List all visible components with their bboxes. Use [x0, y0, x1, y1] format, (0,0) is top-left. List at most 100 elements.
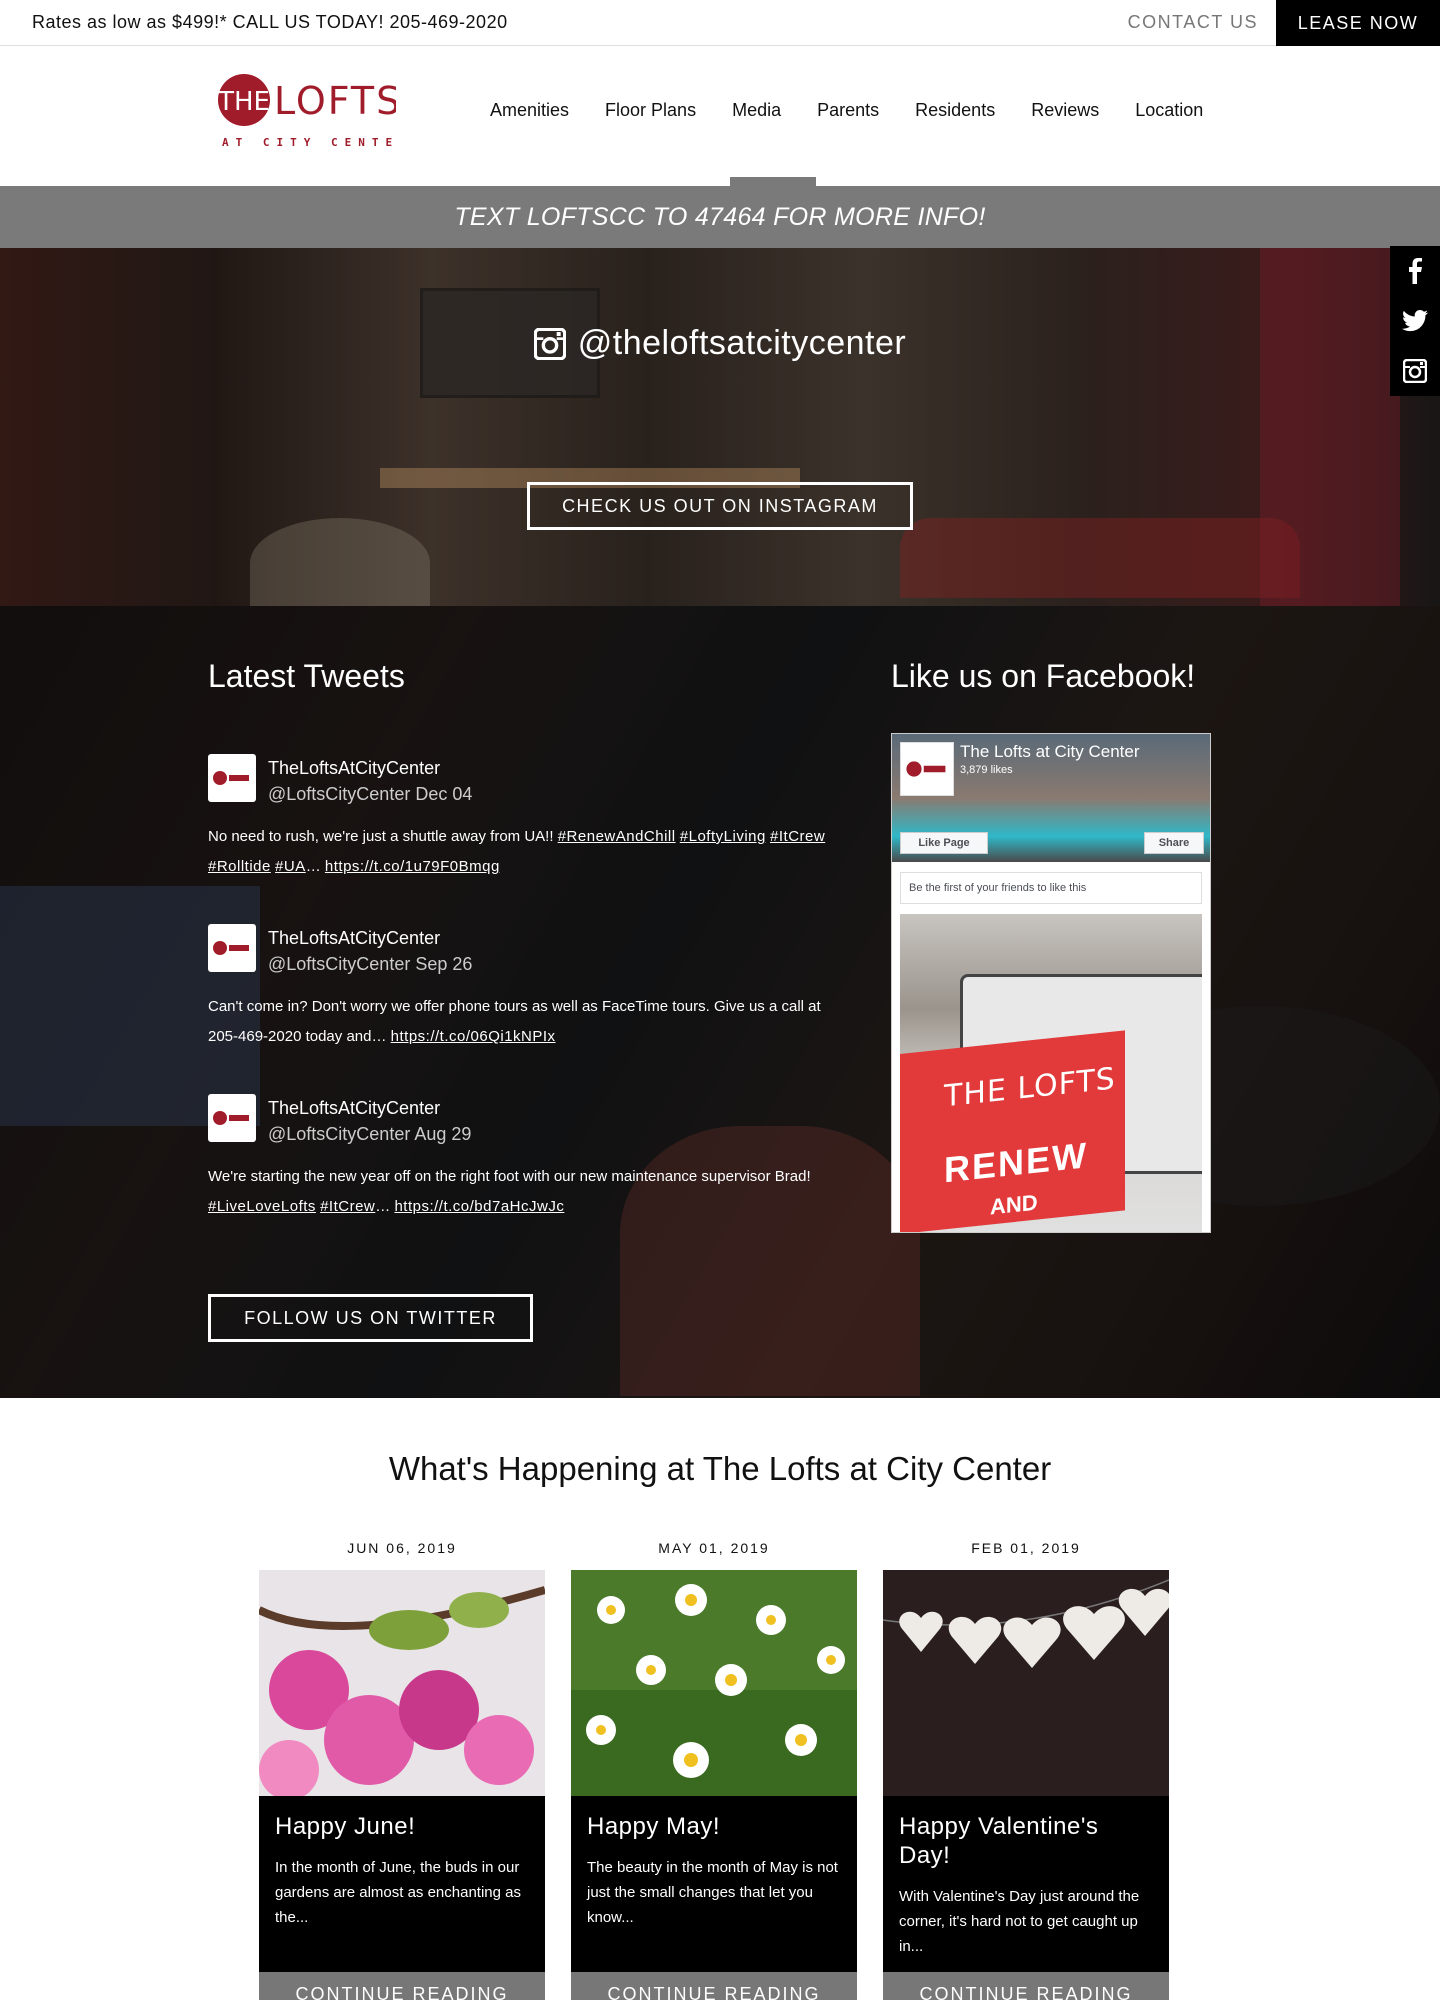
tweet-date: Sep 26 [415, 954, 473, 974]
post-date: MAY 01, 2019 [658, 1540, 770, 1556]
post-excerpt: The beauty in the month of May is not ju… [587, 1859, 838, 1926]
facebook-page-name[interactable]: The Lofts at City Center [960, 742, 1140, 762]
hashtag-link[interactable]: #ItCrew [770, 828, 825, 845]
svg-text:LOFTS: LOFTS [274, 79, 396, 123]
nav-location[interactable]: Location [1135, 100, 1203, 121]
lofts-logo-icon [906, 761, 946, 777]
hashtag-link[interactable]: #RenewAndChill [558, 828, 676, 845]
instagram-icon [533, 327, 566, 360]
post-content: Happy Valentine's Day! With Valentine's … [883, 1796, 1169, 1972]
follow-twitter-button[interactable]: FOLLOW US ON TWITTER [208, 1294, 533, 1342]
promo-text: Rates as low as $499!* CALL US TODAY! 20… [32, 12, 508, 32]
tweet-ellipsis: … [305, 858, 321, 875]
post-title[interactable]: Happy Valentine's Day! [899, 1812, 1153, 1870]
tweet-link[interactable]: https://t.co/06Qi1kNPIx [391, 1028, 556, 1045]
nav-parents[interactable]: Parents [817, 100, 879, 121]
background-curtain [1260, 248, 1400, 606]
post-image-hearts[interactable] [883, 1570, 1169, 1796]
nav-residents[interactable]: Residents [915, 100, 995, 121]
tweet-author[interactable]: TheLoftsAtCityCenter [268, 928, 440, 949]
lofts-logo-icon [213, 941, 249, 955]
instagram-handle: @theloftsatcitycenter [0, 324, 1440, 363]
facebook-post-image[interactable]: THE LOFTS RENEW AND [900, 914, 1202, 1232]
avatar[interactable] [208, 1094, 256, 1142]
facebook-widget: The Lofts at City Center 3,879 likes Lik… [891, 733, 1211, 1233]
facebook-like-button[interactable]: Like Page [900, 832, 988, 854]
sign-and-text: AND [990, 1189, 1038, 1220]
tweet-author[interactable]: TheLoftsAtCityCenter [268, 758, 440, 779]
lofts-logo-icon [213, 1111, 249, 1125]
top-bar: Rates as low as $499!* CALL US TODAY! 20… [0, 0, 1440, 46]
nav-amenities[interactable]: Amenities [490, 100, 569, 121]
continue-reading-button[interactable]: CONTINUE READING [571, 1972, 857, 2000]
hashtag-link[interactable]: #ItCrew [320, 1198, 375, 1215]
tweet-handle[interactable]: @LoftsCityCenter [268, 1124, 410, 1144]
continue-reading-button[interactable]: CONTINUE READING [259, 1972, 545, 2000]
post-image-daisies[interactable] [571, 1570, 857, 1796]
tweet-link[interactable]: https://t.co/bd7aHcJwJc [394, 1198, 564, 1215]
twitter-icon[interactable] [1390, 296, 1440, 346]
main-nav: Amenities Floor Plans Media Parents Resi… [490, 100, 1239, 121]
tweet-body: We're starting the new year off on the r… [208, 1168, 811, 1185]
svg-text:THE: THE [217, 87, 270, 117]
background-sofa [900, 518, 1300, 598]
post-date: FEB 01, 2019 [971, 1540, 1081, 1556]
sign-logo-text: THE LOFTS [944, 1061, 1116, 1115]
tweet-handle[interactable]: @LoftsCityCenter [268, 954, 410, 974]
hashtag-link[interactable]: #LoftyLiving [680, 828, 766, 845]
svg-text:AT CITY CENTER: AT CITY CENTER [222, 136, 396, 149]
hashtag-link[interactable]: #LiveLoveLofts [208, 1198, 316, 1215]
lofts-logo-icon [213, 771, 249, 785]
site-logo[interactable]: THE LOFTS AT CITY CENTER [216, 70, 396, 154]
post-content: Happy May! The beauty in the month of Ma… [571, 1796, 857, 1972]
post-card: JUN 06, 2019 Happy June! In the month of… [259, 1540, 545, 2000]
social-sidebar [1390, 246, 1440, 396]
avatar[interactable] [208, 754, 256, 802]
facebook-likes: 3,879 likes [960, 764, 1013, 776]
facebook-title: Like us on Facebook! [891, 658, 1196, 694]
instagram-button[interactable]: CHECK US OUT ON INSTAGRAM [527, 482, 913, 530]
tweet-body: No need to rush, we're just a shuttle aw… [208, 828, 554, 845]
sign-renew-text: RENEW [944, 1134, 1088, 1191]
text-banner-label: TEXT LOFTSCC TO 47464 FOR MORE INFO! [454, 202, 986, 231]
facebook-page-avatar[interactable] [900, 742, 954, 796]
post-excerpt: In the month of June, the buds in our ga… [275, 1859, 521, 1926]
tweet-ellipsis: … [375, 1198, 391, 1215]
lofts-sign: THE LOFTS RENEW AND [900, 1030, 1125, 1232]
instagram-handle-text: @theloftsatcitycenter [577, 324, 907, 362]
site-header: THE LOFTS AT CITY CENTER Amenities Floor… [0, 46, 1440, 186]
post-excerpt: With Valentine's Day just around the cor… [899, 1888, 1140, 1955]
avatar[interactable] [208, 924, 256, 972]
hashtag-link[interactable]: #Rolltide [208, 858, 271, 875]
tweet-meta: @LoftsCityCenter Dec 04 [268, 784, 472, 805]
instagram-icon[interactable] [1390, 346, 1440, 396]
nav-active-indicator [730, 177, 816, 186]
post-title[interactable]: Happy June! [275, 1812, 529, 1841]
post-card: MAY 01, 2019 Happy May! The beauty in th… [571, 1540, 857, 2000]
facebook-like-label: Like Page [918, 837, 970, 849]
facebook-share-button[interactable]: Share [1144, 832, 1204, 854]
hashtag-link[interactable]: #UA [275, 858, 306, 875]
tweet-link[interactable]: https://t.co/1u79F0Bmqg [325, 858, 500, 875]
post-card: FEB 01, 2019 Happy Valentine's Day! With… [883, 1540, 1169, 2000]
background-chair [250, 518, 430, 606]
tweet-handle[interactable]: @LoftsCityCenter [268, 784, 410, 804]
nav-media[interactable]: Media [732, 100, 781, 121]
continue-reading-button[interactable]: CONTINUE READING [883, 1972, 1169, 2000]
tweet-author[interactable]: TheLoftsAtCityCenter [268, 1098, 440, 1119]
contact-us-link[interactable]: CONTACT US [1128, 12, 1258, 33]
post-content: Happy June! In the month of June, the bu… [259, 1796, 545, 1972]
lease-now-button[interactable]: LEASE NOW [1276, 0, 1440, 46]
post-image-blossoms[interactable] [259, 1570, 545, 1796]
facebook-cover[interactable]: The Lofts at City Center 3,879 likes Lik… [892, 734, 1210, 862]
tweets-title: Latest Tweets [208, 658, 405, 694]
facebook-icon[interactable] [1390, 246, 1440, 296]
nav-reviews[interactable]: Reviews [1031, 100, 1099, 121]
tweet-date: Dec 04 [415, 784, 473, 804]
tweet-date: Aug 29 [414, 1124, 472, 1144]
tweet-text: Can't come in? Don't worry we offer phon… [208, 992, 848, 1052]
instagram-hero: @theloftsatcitycenter CHECK US OUT ON IN… [0, 248, 1440, 606]
tweet-meta: @LoftsCityCenter Aug 29 [268, 1124, 471, 1145]
nav-floor-plans[interactable]: Floor Plans [605, 100, 696, 121]
post-title[interactable]: Happy May! [587, 1812, 841, 1841]
